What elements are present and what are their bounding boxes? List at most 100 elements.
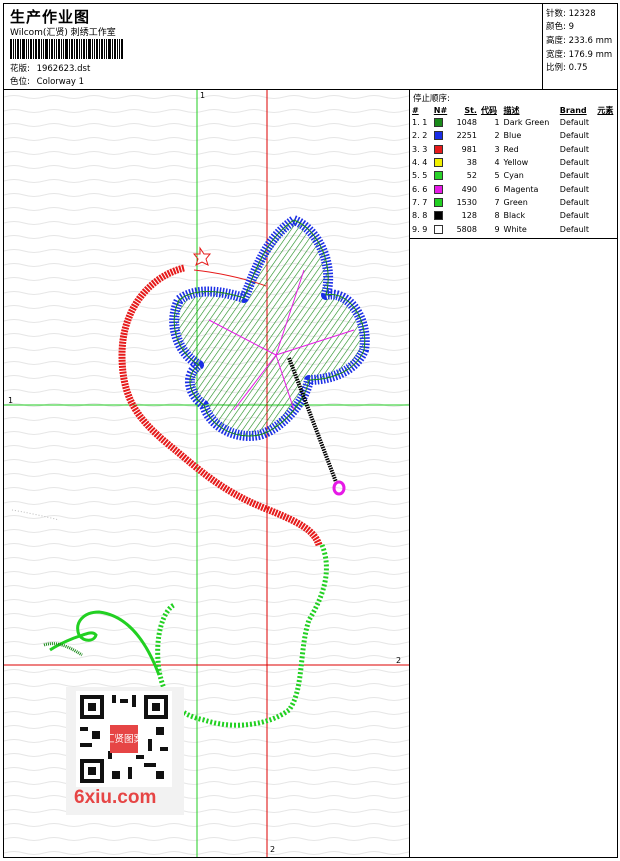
stitch-count: 490 xyxy=(461,184,477,194)
color-swatch xyxy=(432,129,452,142)
color-description: Dark Green xyxy=(503,118,550,128)
brand: Default xyxy=(559,184,590,194)
row-index: 2. 2 xyxy=(412,131,428,141)
color-swatch xyxy=(432,156,452,169)
stat-scale: 比例: 0.75 xyxy=(546,63,588,73)
color-code: 1 xyxy=(494,118,500,128)
row-index: 1. 1 xyxy=(412,118,428,128)
color-swatch xyxy=(432,143,452,156)
table-row: 9. 9 5808 9 White Default xyxy=(410,222,618,235)
page-title: 生产作业图 xyxy=(10,8,91,26)
row-index: 4. 4 xyxy=(412,158,428,168)
color-swatch xyxy=(432,116,452,129)
swatch-icon xyxy=(433,211,443,221)
embroidery-preview xyxy=(4,90,409,857)
stitch-count: 38 xyxy=(466,158,477,168)
guide-label-v1: 1 xyxy=(200,91,206,100)
color-code: 7 xyxy=(494,197,500,207)
stitch-count: 5808 xyxy=(456,224,477,234)
brand: Default xyxy=(559,211,590,221)
element xyxy=(595,129,618,142)
color-code: 3 xyxy=(494,144,500,154)
stitch-count: 981 xyxy=(461,144,477,154)
swatch-icon xyxy=(433,158,443,168)
swatch-icon xyxy=(433,197,443,207)
qr-code: 汇贤图案 xyxy=(76,691,172,787)
col-description: 描述 xyxy=(503,105,520,115)
swatch-icon xyxy=(433,131,443,141)
brand: Default xyxy=(559,144,590,154)
brand: Default xyxy=(559,118,590,128)
table-row: 6. 6 490 6 Magenta Default xyxy=(410,182,618,195)
color-code: 4 xyxy=(494,158,500,168)
table-row: 4. 4 38 4 Yellow Default xyxy=(410,156,618,169)
guide-label-v2: 2 xyxy=(270,845,276,854)
production-sheet: 生产作业图 Wilcom(汇贤) 刺绣工作室 花版: 1962623.dst 色… xyxy=(3,3,618,858)
col-stitches: St. xyxy=(464,105,477,115)
swatch-icon xyxy=(433,118,443,128)
brand: Default xyxy=(559,224,590,234)
row-index: 9. 9 xyxy=(412,224,428,234)
stitch-count: 1048 xyxy=(456,118,477,128)
row-index: 3. 3 xyxy=(412,144,428,154)
brand: Default xyxy=(559,158,590,168)
color-swatch xyxy=(432,169,452,182)
studio-subtitle: Wilcom(汇贤) 刺绣工作室 xyxy=(10,28,116,38)
color-description: Green xyxy=(503,197,528,207)
col-element: 元素 xyxy=(597,105,614,115)
color-swatch xyxy=(432,222,452,235)
row-index: 8. 8 xyxy=(412,211,428,221)
stats-panel: 针数: 12328 颜色: 9 高度: 233.6 mm 宽度: 176.9 m… xyxy=(542,4,619,90)
design-label: 花版: xyxy=(10,64,30,74)
brand: Default xyxy=(559,171,590,181)
element xyxy=(595,196,618,209)
element xyxy=(595,143,618,156)
col-index: # xyxy=(412,105,419,115)
watermark-text: 6xiu.com xyxy=(74,787,157,808)
stitch-count: 52 xyxy=(466,171,477,181)
guide-label-h1: 1 xyxy=(8,396,14,405)
row-index: 7. 7 xyxy=(412,197,428,207)
color-code: 6 xyxy=(494,184,500,194)
table-row: 1. 1 1048 1 Dark Green Default xyxy=(410,116,618,129)
stop-sequence-panel: 停止顺序: # N# St. 代码 描述 Brand 元素 1. 1 1048 1 D… xyxy=(409,90,618,857)
color-swatch xyxy=(432,182,452,195)
color-description: Blue xyxy=(503,131,522,141)
table-header-row: # N# St. 代码 描述 Brand 元素 xyxy=(410,104,618,116)
header-info: 生产作业图 Wilcom(汇贤) 刺绣工作室 花版: 1962623.dst 色… xyxy=(7,4,542,90)
stop-sequence-table: # N# St. 代码 描述 Brand 元素 1. 1 1048 1 Dark Gr… xyxy=(410,104,618,236)
swatch-icon xyxy=(433,224,443,234)
swatch-icon xyxy=(433,184,443,194)
colorway-line: 色位: Colorway 1 xyxy=(10,75,84,87)
design-canvas: 1 1 2 2 汇贤图案 6xiu.com xyxy=(4,90,409,857)
design-file-value: 1962623.dst xyxy=(36,64,91,74)
color-description: Yellow xyxy=(503,158,529,168)
col-brand: Brand xyxy=(559,105,587,115)
element xyxy=(595,169,618,182)
color-code: 5 xyxy=(494,171,500,181)
col-needle: N# xyxy=(433,105,448,115)
table-row: 5. 5 52 5 Cyan Default xyxy=(410,169,618,182)
col-code: 代码 xyxy=(480,105,497,115)
element xyxy=(595,222,618,235)
color-code: 8 xyxy=(494,211,500,221)
stat-stitches: 针数: 12328 xyxy=(546,9,596,19)
element xyxy=(595,209,618,222)
guide-label-h2: 2 xyxy=(396,656,402,665)
element xyxy=(595,116,618,129)
design-file-line: 花版: 1962623.dst xyxy=(10,62,90,74)
table-row: 2. 2 2251 2 Blue Default xyxy=(410,129,618,142)
row-index: 5. 5 xyxy=(412,171,428,181)
color-swatch xyxy=(432,209,452,222)
stat-colors: 颜色: 9 xyxy=(546,22,574,32)
barcode xyxy=(10,39,142,59)
color-code: 2 xyxy=(494,131,500,141)
swatch-icon xyxy=(433,144,443,154)
element xyxy=(595,182,618,195)
colorway-value: Colorway 1 xyxy=(36,77,85,87)
element xyxy=(595,156,618,169)
color-swatch xyxy=(432,196,452,209)
color-description: Red xyxy=(503,144,519,154)
stat-width: 宽度: 176.9 mm xyxy=(546,50,613,60)
color-description: White xyxy=(503,224,527,234)
